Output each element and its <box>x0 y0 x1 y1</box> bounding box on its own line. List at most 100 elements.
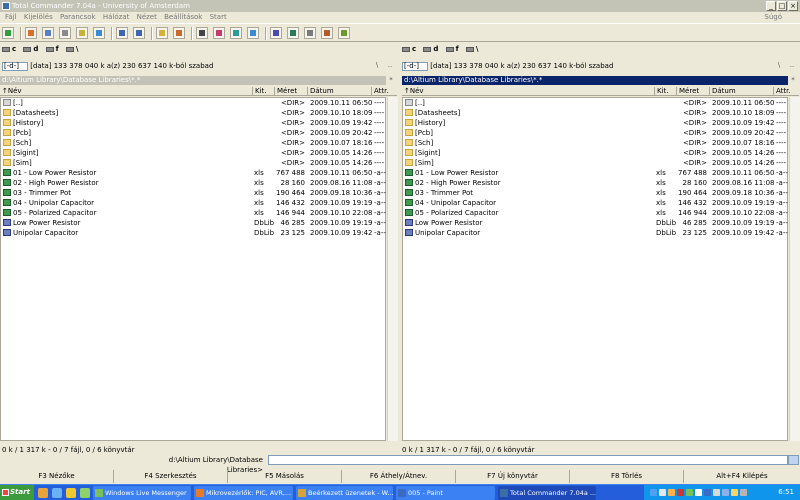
left-file-row[interactable]: Unipolar Capacitor DbLib 23 125 2009.10.09 … <box>1 228 386 238</box>
left-file-list[interactable]: [..] <DIR> 2009.10.11 06:50 ---- [Datasheets… <box>0 97 386 441</box>
f6-move-button[interactable]: F6 Áthely/Átnev. <box>342 470 456 483</box>
maximize-button[interactable]: □ <box>777 1 787 11</box>
find-icon[interactable] <box>196 27 208 39</box>
taskbar-task[interactable]: 005 - Paint <box>396 486 495 500</box>
right-file-row[interactable]: Unipolar Capacitor DbLib 23 125 2009.10.09 … <box>403 228 788 238</box>
back-icon[interactable] <box>116 27 128 39</box>
pack-icon[interactable] <box>156 27 168 39</box>
tray-messenger-icon[interactable] <box>686 489 693 496</box>
right-file-list[interactable]: [..] <DIR> 2009.10.11 06:50 ---- [Datasheets… <box>402 97 788 441</box>
tray-bluetooth-icon[interactable] <box>704 489 711 496</box>
full-view-icon[interactable] <box>42 27 54 39</box>
forward-icon[interactable] <box>133 27 145 39</box>
right-file-row[interactable]: [..] <DIR> 2009.10.11 06:50 ---- <box>403 98 787 108</box>
right-file-row[interactable]: 05 - Polarized Capacitor xls 146 944 2009.1… <box>403 208 788 218</box>
left-file-row[interactable]: Low Power Resistor DbLib 46 285 2009.10.09 … <box>1 218 386 228</box>
left-drive-network[interactable]: \ <box>65 44 78 55</box>
left-file-row[interactable]: 04 - Unipolar Capacitor xls 146 432 2009.10… <box>1 198 386 208</box>
right-drive-d[interactable]: d <box>423 44 438 55</box>
left-file-row[interactable]: [Datasheets] <DIR> 2009.10.10 18:09 ---- <box>1 108 385 118</box>
taskbar-task[interactable]: Mikrovezérlők: PIC, AVR,... <box>194 486 293 500</box>
unpack-icon[interactable] <box>173 27 185 39</box>
right-col-size[interactable]: Méret <box>676 87 699 95</box>
close-button[interactable]: × <box>788 1 798 11</box>
f8-delete-button[interactable]: F8 Törlés <box>570 470 684 483</box>
thunderbird-quicklaunch-icon[interactable] <box>66 488 76 498</box>
start-button[interactable]: Start <box>0 485 34 500</box>
taskbar-task[interactable]: Windows Live Messenger <box>93 486 191 500</box>
right-drive-network[interactable]: \ <box>465 44 478 55</box>
menu-help[interactable]: Súgó <box>764 12 782 22</box>
tray-update-icon[interactable] <box>731 489 738 496</box>
tray-wifi-icon[interactable] <box>722 489 729 496</box>
minimize-button[interactable]: _ <box>766 1 776 11</box>
left-file-row[interactable]: [Pcb] <DIR> 2009.10.09 20:42 ---- <box>1 128 385 138</box>
left-col-attr[interactable]: Attr. <box>371 87 389 95</box>
taskbar-task[interactable]: Total Commander 7.04a ... <box>498 486 596 500</box>
tray-volume-icon[interactable] <box>668 489 675 496</box>
left-path-bar[interactable]: d:\Altium Library\Database Libraries\*.* <box>0 76 386 85</box>
left-drive-select[interactable]: [-d-] <box>2 62 28 71</box>
left-history-button[interactable]: * <box>386 76 396 85</box>
left-file-row[interactable]: [..] <DIR> 2009.10.11 06:50 ---- <box>1 98 385 108</box>
left-drive-d[interactable]: d <box>23 44 38 55</box>
command-history-dropdown[interactable] <box>788 455 799 465</box>
f4-edit-button[interactable]: F4 Szerkesztés <box>114 470 228 483</box>
left-col-date[interactable]: Dátum <box>307 87 334 95</box>
sync-dirs-icon[interactable] <box>230 27 242 39</box>
right-drive-c[interactable]: c <box>402 44 416 55</box>
right-file-row[interactable]: [History] <DIR> 2009.10.09 19:42 ---- <box>403 118 787 128</box>
right-history-button[interactable]: * <box>788 76 798 85</box>
clock[interactable]: 6:51 <box>778 485 794 500</box>
thumbnail-icon[interactable] <box>76 27 88 39</box>
invert-selection-icon[interactable] <box>93 27 105 39</box>
right-drive-f[interactable]: f <box>445 44 459 55</box>
right-file-row[interactable]: [Pcb] <DIR> 2009.10.09 20:42 ---- <box>403 128 787 138</box>
f5-copy-button[interactable]: F5 Másolás <box>228 470 342 483</box>
edit-icon[interactable] <box>321 27 333 39</box>
left-file-row[interactable]: [History] <DIR> 2009.10.09 19:42 ---- <box>1 118 385 128</box>
notes-icon[interactable] <box>338 27 350 39</box>
command-line-input[interactable] <box>268 455 788 465</box>
menu-file[interactable]: Fájl <box>5 13 17 21</box>
tray-network-icon[interactable] <box>650 489 657 496</box>
right-drive-select[interactable]: [-d-] <box>402 62 428 71</box>
right-file-row[interactable]: [Datasheets] <DIR> 2009.10.10 18:09 ---- <box>403 108 787 118</box>
network-icon[interactable] <box>287 27 299 39</box>
left-file-row[interactable]: 02 - High Power Resistor xls 28 160 2009.08… <box>1 178 386 188</box>
right-file-row[interactable]: [Sim] <DIR> 2009.10.05 14:26 ---- <box>403 158 787 168</box>
title-bar[interactable]: Total Commander 7.04a - University of Am… <box>0 0 800 12</box>
ftp-icon[interactable] <box>247 27 259 39</box>
left-col-size[interactable]: Méret <box>274 87 297 95</box>
right-file-row[interactable]: Low Power Resistor DbLib 46 285 2009.10.09 … <box>403 218 788 228</box>
menu-commands[interactable]: Parancsok <box>60 13 96 21</box>
left-root-button[interactable]: \ <box>372 61 382 70</box>
right-scrollbar[interactable] <box>789 97 800 441</box>
multi-rename-icon[interactable] <box>213 27 225 39</box>
right-file-row[interactable]: 03 - Trimmer Pot xls 190 464 2009.09.18 10:… <box>403 188 788 198</box>
tray-safely-remove-icon[interactable] <box>659 489 666 496</box>
left-col-ext[interactable]: Kit. <box>252 87 272 95</box>
notepad-icon[interactable] <box>270 27 282 39</box>
right-file-row[interactable]: 04 - Unipolar Capacitor xls 146 432 2009.10… <box>403 198 788 208</box>
left-file-row[interactable]: [Sim] <DIR> 2009.10.05 14:26 ---- <box>1 158 385 168</box>
left-file-row[interactable]: 03 - Trimmer Pot xls 190 464 2009.09.18 10:… <box>1 188 386 198</box>
left-file-row[interactable]: 01 - Low Power Resistor xls 767 488 2009.10… <box>1 168 386 178</box>
left-col-name[interactable]: ↑Név <box>0 87 22 95</box>
tray-printer-icon[interactable] <box>695 489 702 496</box>
right-col-attr[interactable]: Attr. <box>773 87 791 95</box>
tree-icon[interactable] <box>59 27 71 39</box>
taskbar-task[interactable]: Beérkezett üzenetek - W... <box>296 486 393 500</box>
right-col-ext[interactable]: Kit. <box>654 87 674 95</box>
menu-configuration[interactable]: Beállítások <box>164 13 202 21</box>
messenger-quicklaunch-icon[interactable] <box>80 488 90 498</box>
right-file-row[interactable]: 02 - High Power Resistor xls 28 160 2009.08… <box>403 178 788 188</box>
right-col-name[interactable]: ↑Név <box>402 87 424 95</box>
menu-start[interactable]: Start <box>210 13 227 21</box>
menu-net[interactable]: Hálózat <box>103 13 130 21</box>
right-path-bar[interactable]: d:\Altium Library\Database Libraries\*.* <box>402 76 788 85</box>
left-drive-c[interactable]: c <box>2 44 16 55</box>
right-parent-button[interactable]: .. <box>787 61 797 70</box>
left-parent-button[interactable]: .. <box>385 61 395 70</box>
f3-view-button[interactable]: F3 Nézőke <box>0 470 114 483</box>
